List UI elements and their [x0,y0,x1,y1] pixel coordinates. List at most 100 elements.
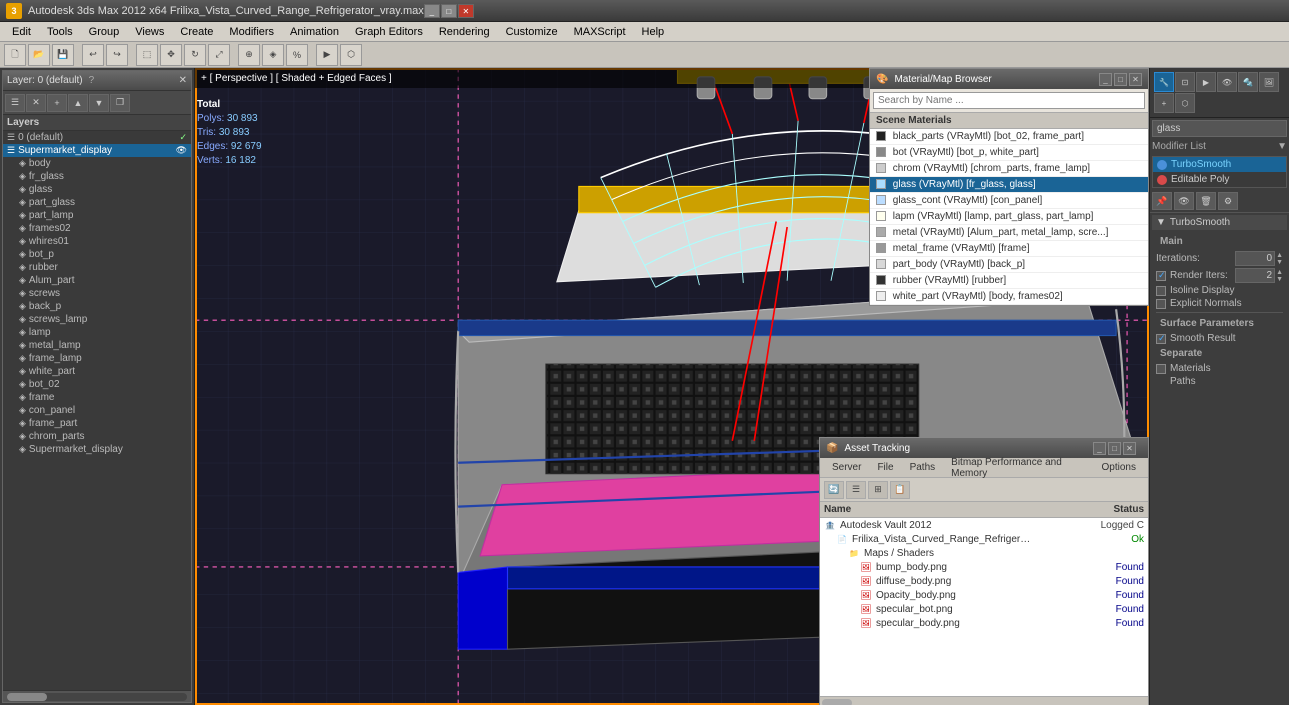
menu-tools[interactable]: Tools [39,24,81,40]
asset-item-bump-body[interactable]: 🖼 bump_body.png Found [820,560,1148,574]
mat-browser-win-controls[interactable]: _ □ ✕ [1099,73,1142,86]
rt-utils-btn[interactable]: 🔩 [1238,72,1258,92]
asset-item-main-file[interactable]: 📄 Frilixa_Vista_Curved_Range_Refrigerato… [820,532,1148,546]
mat-item-bot[interactable]: bot (VRayMtl) [bot_p, white_part] [870,145,1148,161]
layer-item-part-lamp[interactable]: ◈part_lamp [3,209,191,222]
tb-open[interactable]: 📂 [28,44,50,66]
layer-down-btn[interactable]: ▼ [89,94,109,112]
turbosmooth-section-title[interactable]: ▼ TurboSmooth [1152,215,1287,230]
rt-create-btn[interactable]: + [1154,93,1174,113]
ts-render-iters-spinner[interactable]: ▲ ▼ [1276,269,1283,283]
smooth-result-checkbox[interactable] [1156,334,1166,344]
stack-delete-btn[interactable]: 🗑 [1196,192,1216,210]
mat-item-metal-frame[interactable]: metal_frame (VRayMtl) [frame] [870,241,1148,257]
stack-pin-btn[interactable]: 📌 [1152,192,1172,210]
menu-customize[interactable]: Customize [498,24,566,40]
ts-render-iters-input[interactable] [1235,268,1275,283]
layer-item-body[interactable]: ◈body [3,157,191,170]
tb-move[interactable]: ✥ [160,44,182,66]
asset-panel-max-btn[interactable]: □ [1108,442,1121,455]
asset-panel-controls[interactable]: _ □ ✕ [1087,438,1142,458]
tb-save[interactable]: 💾 [52,44,74,66]
asset-menu-options[interactable]: Options [1094,460,1144,475]
layer-item-back-p[interactable]: ◈back_p [3,300,191,313]
maximize-btn[interactable]: □ [441,4,457,18]
mat-item-glass-cont[interactable]: glass_cont (VRayMtl) [con_panel] [870,193,1148,209]
menu-graph-editors[interactable]: Graph Editors [347,24,431,40]
layers-list[interactable]: ☰ 0 (default) ✓ ☰ Supermarket_display 👁 … [3,131,191,690]
tb-snap[interactable]: ⊕ [238,44,260,66]
scroll-thumb[interactable] [7,693,47,701]
menu-modifiers[interactable]: Modifiers [221,24,282,40]
asset-panel-close-btn[interactable]: ✕ [1123,442,1136,455]
rt-motion-btn[interactable]: ▶ [1196,72,1216,92]
menu-edit[interactable]: Edit [4,24,39,40]
stack-show-btn[interactable]: 👁 [1174,192,1194,210]
layer-add-btn[interactable]: + [47,94,67,112]
layer-close-btn[interactable]: ✕ [179,75,187,86]
asset-tb-detail[interactable]: 📋 [890,481,910,499]
asset-item-vault[interactable]: 🏦 Autodesk Vault 2012 Logged C [820,518,1148,532]
explicit-normals-checkbox[interactable] [1156,299,1166,309]
asset-menu-bitmap-perf[interactable]: Bitmap Performance and Memory [943,455,1093,481]
menu-views[interactable]: Views [127,24,172,40]
layer-menu-btn[interactable]: ☰ [5,94,25,112]
materials-checkbox[interactable] [1156,364,1166,374]
close-btn[interactable]: ✕ [458,4,474,18]
tb-redo[interactable]: ↪ [106,44,128,66]
asset-tb-list[interactable]: ☰ [846,481,866,499]
mat-browser-min-btn[interactable]: _ [1099,73,1112,86]
tb-angle-snap[interactable]: ◈ [262,44,284,66]
isoline-checkbox[interactable] [1156,286,1166,296]
layer-item-fr-glass[interactable]: ◈fr_glass [3,170,191,183]
ts-iterations-spinner[interactable]: ▲ ▼ [1276,252,1283,266]
mat-search-input[interactable] [873,92,1145,109]
mat-item-lapm[interactable]: lapm (VRayMtl) [lamp, part_glass, part_l… [870,209,1148,225]
ts-iterations-input[interactable] [1235,251,1275,266]
asset-item-diffuse-body[interactable]: 🖼 diffuse_body.png Found [820,574,1148,588]
asset-item-opacity-body[interactable]: 🖼 Opacity_body.png Found [820,588,1148,602]
layer-item-frame-part[interactable]: ◈frame_part [3,417,191,430]
layer-item-con-panel[interactable]: ◈con_panel [3,404,191,417]
asset-tb-refresh[interactable]: 🔄 [824,481,844,499]
asset-item-maps-folder[interactable]: 📁 Maps / Shaders [820,546,1148,560]
asset-item-specular-bot[interactable]: 🖼 specular_bot.png Found [820,602,1148,616]
asset-menu-server[interactable]: Server [824,460,869,475]
layer-item-lamp[interactable]: ◈lamp [3,326,191,339]
menu-help[interactable]: Help [634,24,673,40]
layer-item-screws[interactable]: ◈screws [3,287,191,300]
rt-hierarchy-btn[interactable]: ⊡ [1175,72,1195,92]
rt-mat-btn[interactable]: ⬡ [1175,93,1195,113]
asset-tb-grid[interactable]: ⊞ [868,481,888,499]
tb-render[interactable]: ▶ [316,44,338,66]
mod-item-editable-poly[interactable]: Editable Poly [1153,172,1286,187]
mat-item-chrom[interactable]: chrom (VRayMtl) [chrom_parts, frame_lamp… [870,161,1148,177]
minimize-btn[interactable]: _ [424,4,440,18]
asset-scroll-thumb[interactable] [822,699,852,705]
stack-settings-btn[interactable]: ⚙ [1218,192,1238,210]
rt-display-btn[interactable]: 👁 [1217,72,1237,92]
layer-item-supermarket-display2[interactable]: ◈Supermarket_display [3,443,191,456]
layer-item-bot-02[interactable]: ◈bot_02 [3,378,191,391]
layer-delete-btn[interactable]: ✕ [26,94,46,112]
mod-item-turbosmooth[interactable]: TurboSmooth [1153,157,1286,172]
layer-item-whires01[interactable]: ◈whires01 [3,235,191,248]
layer-item-frames02[interactable]: ◈frames02 [3,222,191,235]
tb-material-editor[interactable]: ⬡ [340,44,362,66]
mat-item-rubber[interactable]: rubber (VRayMtl) [rubber] [870,273,1148,289]
menu-group[interactable]: Group [81,24,128,40]
tb-undo[interactable]: ↩ [82,44,104,66]
scroll-track[interactable] [7,693,187,701]
menu-create[interactable]: Create [172,24,221,40]
layer-item-metal-lamp[interactable]: ◈metal_lamp [3,339,191,352]
layer-item-chrom-parts[interactable]: ◈chrom_parts [3,430,191,443]
mat-browser-max-btn[interactable]: □ [1114,73,1127,86]
layer-item-part-glass[interactable]: ◈part_glass [3,196,191,209]
tb-percent-snap[interactable]: % [286,44,308,66]
layer-item-rubber[interactable]: ◈rubber [3,261,191,274]
asset-list[interactable]: 🏦 Autodesk Vault 2012 Logged C 📄 Frilixa… [820,518,1148,696]
rt-render-btn[interactable]: 🖼 [1259,72,1279,92]
mat-item-black-parts[interactable]: black_parts (VRayMtl) [bot_02, frame_par… [870,129,1148,145]
mat-item-white-part[interactable]: white_part (VRayMtl) [body, frames02] [870,289,1148,305]
layer-item-default[interactable]: ☰ 0 (default) ✓ [3,131,191,144]
